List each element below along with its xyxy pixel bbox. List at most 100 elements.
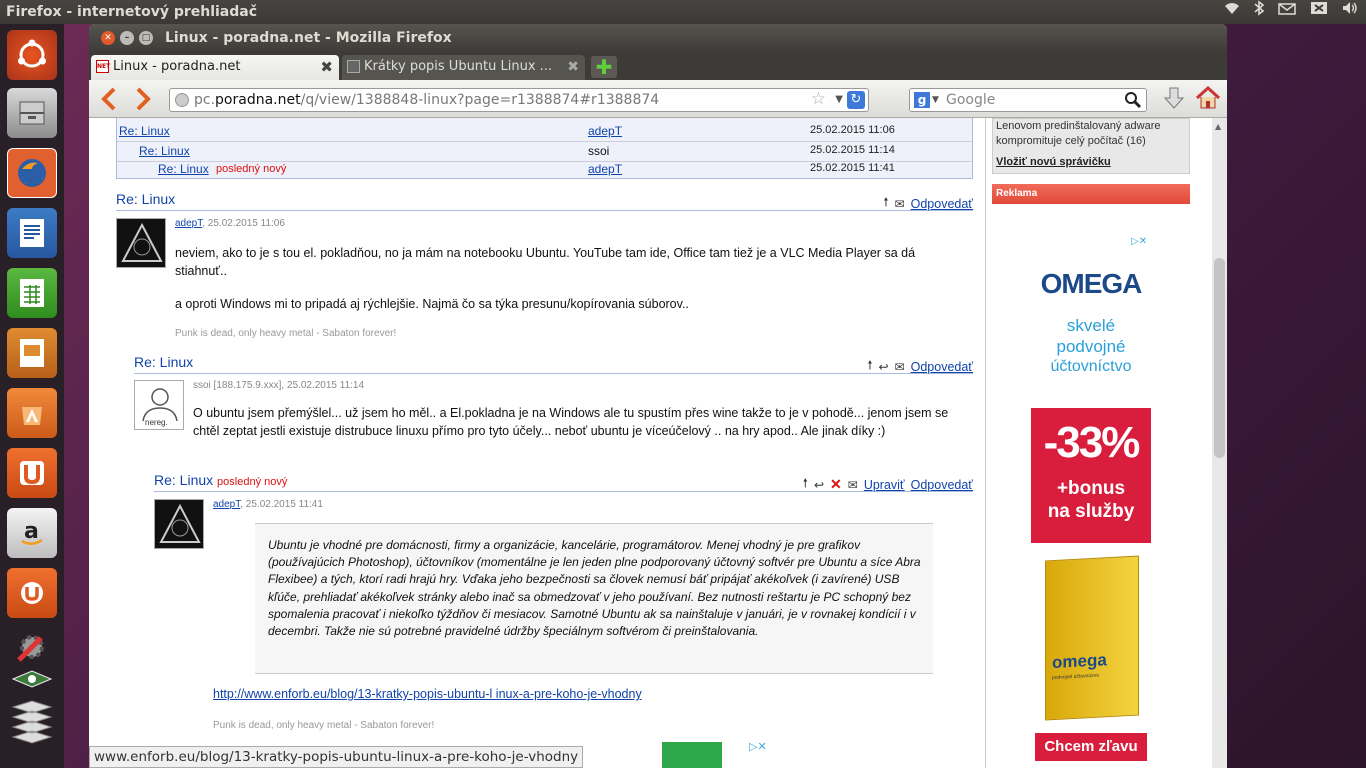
thread-tree-row[interactable]: Re: Linux posledný nový adepT 25.02.2015…: [117, 162, 972, 179]
window-titlebar: ✕ – □ Linux - poradna.net - Mozilla Fire…: [89, 24, 1227, 52]
post-text: a oproti Windows mi to pripadá aj rýchle…: [175, 297, 689, 311]
news-box: Lenovom predinštalovaný adware kompromit…: [992, 118, 1190, 174]
site-identity-icon[interactable]: [175, 93, 189, 107]
thread-tree-title[interactable]: Re: Linux: [119, 124, 170, 138]
mail-icon[interactable]: [1278, 0, 1296, 24]
thread-tree-row[interactable]: Re: Linux ssoi 25.02.2015 11:14: [117, 142, 972, 162]
page-favicon: [347, 60, 360, 73]
thread-tree-title[interactable]: Re: Linux: [158, 162, 209, 176]
bookmark-star-icon[interactable]: ☆: [811, 88, 826, 110]
close-window-button[interactable]: ✕: [101, 31, 115, 45]
email-icon[interactable]: ✉: [848, 478, 858, 492]
ubuntu-software-center-launcher-icon[interactable]: [7, 388, 57, 438]
svg-text:a: a: [24, 519, 39, 544]
post-text: neviem, ako to je s tou el. pokladňou, n…: [175, 246, 916, 278]
thread-tree-author[interactable]: adepT: [588, 124, 622, 138]
bottom-ad-strip: [662, 742, 722, 768]
blog-link[interactable]: http://www.enforb.eu/blog/13-kratky-popi…: [213, 687, 642, 701]
downloads-icon[interactable]: [1163, 86, 1185, 116]
reply-arrow-icon[interactable]: ↩: [879, 360, 889, 374]
tab-kratky-popis[interactable]: Krátky popis Ubuntu Linux ... ✖: [342, 55, 585, 80]
post-header: Re: Linux posledný nový 🠕 ↩ ✕ ✉ Upraviť …: [154, 472, 973, 492]
url-prefix: pc.: [194, 92, 216, 108]
delete-icon[interactable]: ✕: [830, 476, 842, 493]
back-arrow-icon: [101, 87, 116, 111]
status-bar: www.enforb.eu/blog/13-kratky-popis-ubunt…: [89, 746, 584, 768]
ad-bonus-line2: na služby: [1047, 501, 1135, 522]
maximize-window-button[interactable]: □: [139, 31, 153, 45]
reply-link[interactable]: Odpovedať: [911, 478, 973, 492]
ad-line3: účtovníctvo: [1050, 358, 1132, 375]
active-app-title: Firefox - internetový prehliadač: [6, 4, 258, 20]
vertical-scrollbar[interactable]: ▲: [1212, 118, 1227, 768]
tab-linux-poradna[interactable]: NET Linux - poradna.net ✖: [91, 55, 339, 80]
reply-link[interactable]: Odpovedať: [911, 197, 973, 211]
arrow-up-icon[interactable]: 🠕: [803, 474, 808, 495]
dash-home-button[interactable]: [7, 30, 57, 80]
post-title[interactable]: Re: Linux: [116, 191, 175, 207]
files-launcher-icon[interactable]: [7, 88, 57, 138]
post-author[interactable]: adepT: [175, 218, 202, 229]
libreoffice-writer-launcher-icon[interactable]: [7, 208, 57, 258]
edit-link[interactable]: Upraviť: [864, 478, 905, 492]
ad-choices-icon[interactable]: ▷✕: [749, 740, 767, 753]
ad-banner[interactable]: ▷✕ OMEGA skvelé podvojné účtovníctvo -33…: [1031, 236, 1151, 768]
back-button[interactable]: [99, 86, 119, 116]
scroll-up-arrow-icon[interactable]: ▲: [1215, 122, 1221, 131]
tab-label: Krátky popis Ubuntu Linux ...: [364, 59, 553, 74]
thread-tree-date: 25.02.2015 11:06: [810, 124, 895, 136]
post-title[interactable]: Re: Linux: [134, 354, 193, 370]
thread-tree-author[interactable]: adepT: [588, 162, 622, 176]
thread-tree-date: 25.02.2015 11:14: [810, 144, 895, 156]
news-item[interactable]: Lenovom predinštalovaný adware kompromit…: [996, 119, 1161, 149]
avatar: nereg.: [134, 380, 184, 430]
ad-brand: OMEGA: [1040, 268, 1143, 299]
amazon-launcher-icon[interactable]: a: [7, 508, 57, 558]
ubuntu-one-launcher-icon[interactable]: [7, 448, 57, 498]
url-bar[interactable]: pc.poradna.net/q/view/1388848-linux?page…: [169, 88, 869, 112]
keyboard-icon[interactable]: [1310, 0, 1328, 24]
dropdown-chevron-icon[interactable]: ▼: [835, 89, 843, 111]
scrollbar-thumb[interactable]: [1214, 258, 1225, 458]
ad-choices-icon[interactable]: ▷✕: [1131, 236, 1151, 251]
trash-launcher-icon[interactable]: [7, 700, 57, 754]
close-tab-icon[interactable]: ✖: [567, 55, 579, 79]
bluetooth-icon[interactable]: [1254, 0, 1265, 25]
ad-cta-button[interactable]: Chcem zľavu: [1035, 733, 1147, 761]
post-meta: adepT, 25.02.2015 11:06: [175, 218, 285, 229]
thread-tree-title[interactable]: Re: Linux: [139, 144, 190, 158]
ubuntu-logo-icon: [18, 39, 46, 68]
email-icon[interactable]: ✉: [895, 197, 905, 211]
new-news-link[interactable]: Vložiť novú správičku: [996, 156, 1111, 168]
email-icon[interactable]: ✉: [895, 360, 905, 374]
new-tab-button[interactable]: ✚: [591, 56, 617, 78]
firefox-launcher-icon[interactable]: [7, 148, 57, 198]
libreoffice-calc-launcher-icon[interactable]: [7, 268, 57, 318]
firefox-window: ✕ – □ Linux - poradna.net - Mozilla Fire…: [89, 24, 1227, 768]
post-title[interactable]: Re: Linux posledný nový: [154, 472, 287, 488]
post-text: O ubuntu jsem přemýšlel... už jsem ho mě…: [193, 406, 949, 438]
libreoffice-impress-launcher-icon[interactable]: [7, 328, 57, 378]
thread-tree-author: ssoi: [588, 144, 610, 158]
google-logo-icon[interactable]: g: [914, 92, 930, 108]
post-date: , 25.02.2015 11:41: [240, 499, 323, 510]
arrow-up-icon[interactable]: 🠕: [883, 193, 888, 214]
search-engine-chevron-icon[interactable]: ▼: [932, 89, 939, 111]
post-signature: Punk is dead, only heavy metal - Sabaton…: [213, 720, 435, 731]
volume-icon[interactable]: [1342, 0, 1358, 24]
reply-arrow-icon[interactable]: ↩: [814, 478, 824, 492]
arrow-up-icon[interactable]: 🠕: [867, 356, 872, 377]
minimize-window-button[interactable]: –: [120, 31, 134, 45]
forward-button[interactable]: [133, 86, 153, 116]
post-author[interactable]: adepT: [213, 499, 240, 510]
ubuntu-one-music-launcher-icon[interactable]: [7, 568, 57, 618]
reload-icon[interactable]: ↻: [847, 91, 865, 109]
search-icon[interactable]: [1124, 91, 1142, 116]
search-box[interactable]: g ▼ Google: [909, 88, 1147, 112]
thread-tree-row[interactable]: Re: Linux adepT 25.02.2015 11:06: [117, 122, 972, 142]
home-icon[interactable]: [1195, 85, 1221, 115]
avatar: [154, 499, 204, 549]
close-tab-icon[interactable]: ✖: [320, 55, 333, 79]
reply-link[interactable]: Odpovedať: [911, 360, 973, 374]
wifi-icon[interactable]: [1224, 0, 1240, 24]
